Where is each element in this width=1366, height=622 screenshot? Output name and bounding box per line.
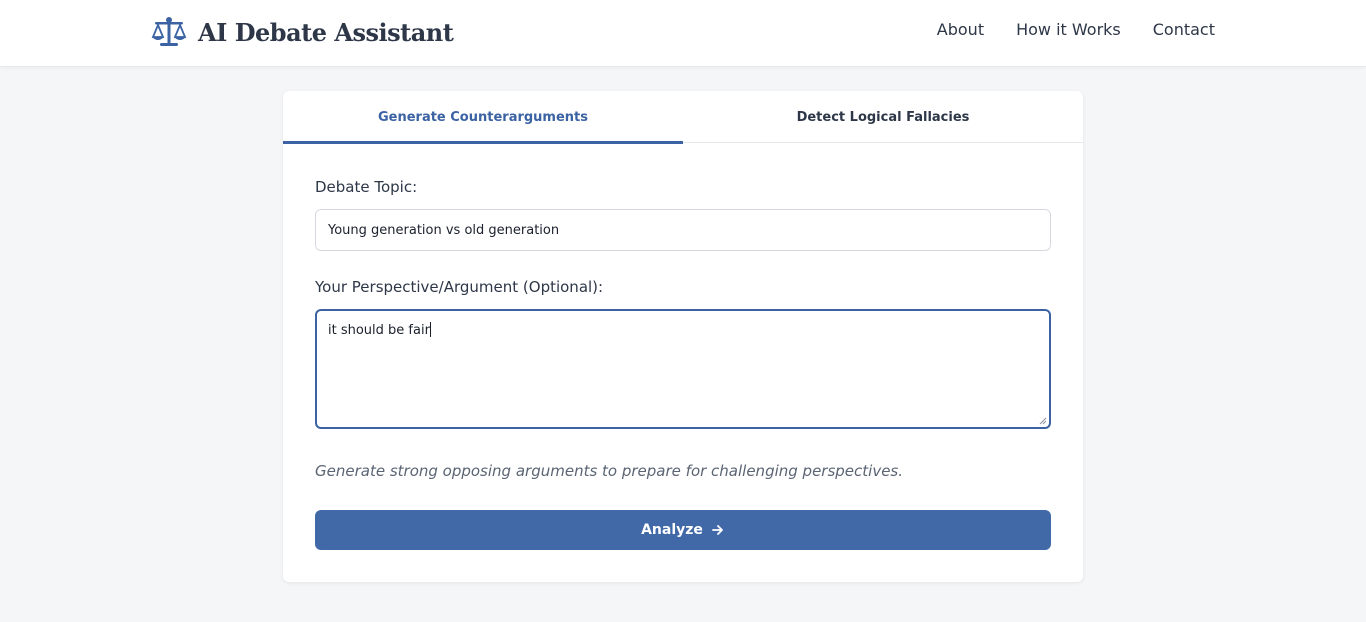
- nav-contact[interactable]: Contact: [1153, 19, 1215, 41]
- analyze-button-label: Analyze: [641, 522, 703, 538]
- nav-about[interactable]: About: [937, 19, 984, 41]
- analyze-button[interactable]: Analyze: [315, 510, 1051, 550]
- perspective-textarea[interactable]: it should be fair: [315, 309, 1051, 429]
- app-title: AI Debate Assistant: [198, 17, 454, 47]
- perspective-value: it should be fair: [328, 323, 430, 338]
- brand[interactable]: AI Debate Assistant: [151, 14, 454, 50]
- balance-scale-icon: [151, 17, 187, 46]
- helper-text: Generate strong opposing arguments to pr…: [315, 462, 904, 480]
- analysis-card: Generate Counterarguments Detect Logical…: [283, 91, 1083, 582]
- top-header: AI Debate Assistant About How it Works C…: [0, 0, 1366, 67]
- arrow-right-icon: [712, 525, 723, 535]
- tab-detect-logical-fallacies[interactable]: Detect Logical Fallacies: [683, 91, 1083, 143]
- tab-bar: Generate Counterarguments Detect Logical…: [283, 91, 1083, 144]
- tab-generate-counterarguments[interactable]: Generate Counterarguments: [283, 91, 683, 144]
- debate-topic-input[interactable]: Young generation vs old generation: [315, 209, 1051, 251]
- nav-how-it-works[interactable]: How it Works: [1016, 19, 1121, 41]
- debate-topic-label: Debate Topic:: [315, 178, 418, 196]
- resize-handle-icon[interactable]: [1039, 417, 1047, 425]
- text-caret: [429, 322, 431, 337]
- perspective-label: Your Perspective/Argument (Optional):: [315, 278, 604, 296]
- main-nav: About How it Works Contact: [937, 19, 1215, 41]
- debate-topic-value: Young generation vs old generation: [328, 222, 560, 238]
